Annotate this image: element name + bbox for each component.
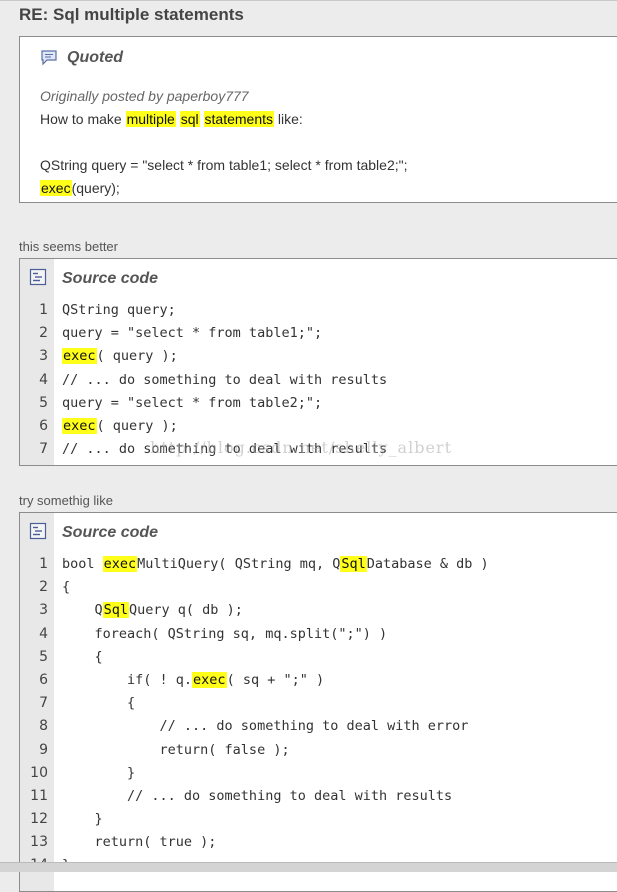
quote-header: Quoted xyxy=(20,37,617,75)
quote-content: Originally posted by paperboy777 How to … xyxy=(40,85,617,200)
code-line: 4 // ... do something to deal with result… xyxy=(20,369,617,392)
line-number: 13 xyxy=(30,834,48,851)
code-text: { xyxy=(62,579,71,596)
post-title: RE: Sql multiple statements xyxy=(19,5,244,24)
code-text: { xyxy=(62,695,136,712)
code-line: 13 return( true ); xyxy=(20,831,617,854)
code-line: 7 { xyxy=(20,692,617,715)
line-number: 5 xyxy=(39,648,48,665)
highlight: exec xyxy=(192,671,227,688)
line-number: 12 xyxy=(30,811,48,828)
code-title: Source code xyxy=(62,524,159,541)
code-line: 5 query = "select * from table2;"; xyxy=(20,392,617,415)
code-text: exec( query ); xyxy=(62,417,178,434)
quote-line-3: QString query = "select * from table1; s… xyxy=(40,157,408,173)
code-text: bool execMultiQuery( QString mq, QSqlDat… xyxy=(62,556,489,572)
code-text: } xyxy=(62,811,103,828)
line-number: 1 xyxy=(39,556,48,572)
code-text: } xyxy=(62,764,136,781)
code-line: 6 if( ! q.exec( sq + ";" ) xyxy=(20,669,617,692)
code-body: 1 QString query; 2 query = "select * from t… xyxy=(20,299,617,461)
highlight: statements xyxy=(203,111,275,127)
line-number: 4 xyxy=(39,625,48,642)
code-text: return( true ); xyxy=(62,834,217,851)
code-text: // ... do something to deal with results xyxy=(62,787,453,804)
quote-text: like: xyxy=(277,111,303,127)
code-box: Source code 1 QString query; 2 query = "sel… xyxy=(19,258,617,466)
line-number: 5 xyxy=(39,394,48,411)
code-body: 1 bool execMultiQuery( QString mq, QSqlDa… xyxy=(20,553,617,878)
code-line: 8 // ... do something to deal with error xyxy=(20,715,617,738)
line-number: 7 xyxy=(39,695,48,712)
quote-box: Quoted Originally posted by paperboy777 … xyxy=(19,36,617,203)
line-number: 1 xyxy=(39,302,48,318)
highlight: Sql xyxy=(340,556,367,572)
highlight: exec xyxy=(40,180,72,196)
code-line: 1 bool execMultiQuery( QString mq, QSqlDa… xyxy=(20,553,617,576)
code-text: query = "select * from table2;"; xyxy=(62,394,323,411)
code-line: 10 } xyxy=(20,762,617,785)
horizontal-scrollbar[interactable] xyxy=(0,862,617,872)
line-number: 7 xyxy=(39,441,48,458)
code-line: 5 { xyxy=(20,646,617,669)
code-line: 12 } xyxy=(20,808,617,831)
watermark: http://blog.csdn.net/shelly_albert xyxy=(150,438,452,457)
quote-text: How to make xyxy=(40,111,122,127)
code-text: query = "select * from table1;"; xyxy=(62,325,323,342)
code-line: 2 query = "select * from table1;"; xyxy=(20,322,617,345)
comment-text: try somethig like xyxy=(19,493,113,508)
line-number: 2 xyxy=(39,579,48,596)
line-number: 10 xyxy=(30,764,48,781)
code-text: return( false ); xyxy=(62,741,290,758)
code-title: Source code xyxy=(62,270,159,287)
line-number: 11 xyxy=(30,787,48,804)
quote-title: Quoted xyxy=(67,49,123,66)
code-text: QString query; xyxy=(62,302,176,318)
highlight: Sql xyxy=(102,602,130,619)
code-icon xyxy=(29,268,47,286)
quote-blank-line xyxy=(40,131,617,154)
forum-post: RE: Sql multiple statements Quoted Origi… xyxy=(0,0,617,892)
code-line: 3 QSqlQuery q( db ); xyxy=(20,599,617,622)
code-box: Source code 1 bool execMultiQuery( QStrin… xyxy=(19,512,617,892)
code-line: 9 return( false ); xyxy=(20,739,617,762)
quote-text: (query); xyxy=(71,180,120,196)
code-line: 2{ xyxy=(20,576,617,599)
highlight: exec xyxy=(102,556,138,572)
line-number: 8 xyxy=(39,718,48,735)
line-number: 3 xyxy=(39,602,48,619)
code-line: 6 exec( query ); xyxy=(20,415,617,438)
code-text: foreach( QString sq, mq.split(";") ) xyxy=(62,625,388,642)
code-text: QSqlQuery q( db ); xyxy=(62,602,243,619)
code-line: 3 exec( query ); xyxy=(20,345,617,368)
code-icon xyxy=(29,522,47,540)
quote-line-1: How to make multiple sql statements like… xyxy=(40,108,617,131)
line-number: 6 xyxy=(39,417,48,434)
line-number: 3 xyxy=(39,348,48,365)
code-line: 4 foreach( QString sq, mq.split(";") ) xyxy=(20,623,617,646)
highlight: multiple xyxy=(125,111,176,127)
line-number: 4 xyxy=(39,371,48,388)
code-text: // ... do something to deal with results xyxy=(62,371,388,388)
quote-origin: Originally posted by paperboy777 xyxy=(40,88,249,104)
code-text: // ... do something to deal with error xyxy=(62,718,469,735)
comment-text: this seems better xyxy=(19,239,118,254)
code-text: if( ! q.exec( sq + ";" ) xyxy=(62,671,325,688)
code-text: exec( query ); xyxy=(62,348,178,365)
speech-bubble-icon xyxy=(40,49,58,66)
highlight: exec xyxy=(62,348,97,365)
highlight: sql xyxy=(179,111,200,127)
code-line: 11 // ... do something to deal with resu… xyxy=(20,785,617,808)
code-line: 1 QString query; xyxy=(20,299,617,322)
line-number: 2 xyxy=(39,325,48,342)
quote-line-4: exec(query); xyxy=(40,177,617,200)
line-number: 9 xyxy=(39,741,48,758)
highlight: exec xyxy=(62,417,97,434)
line-number: 6 xyxy=(39,671,48,688)
code-text: { xyxy=(62,648,103,665)
